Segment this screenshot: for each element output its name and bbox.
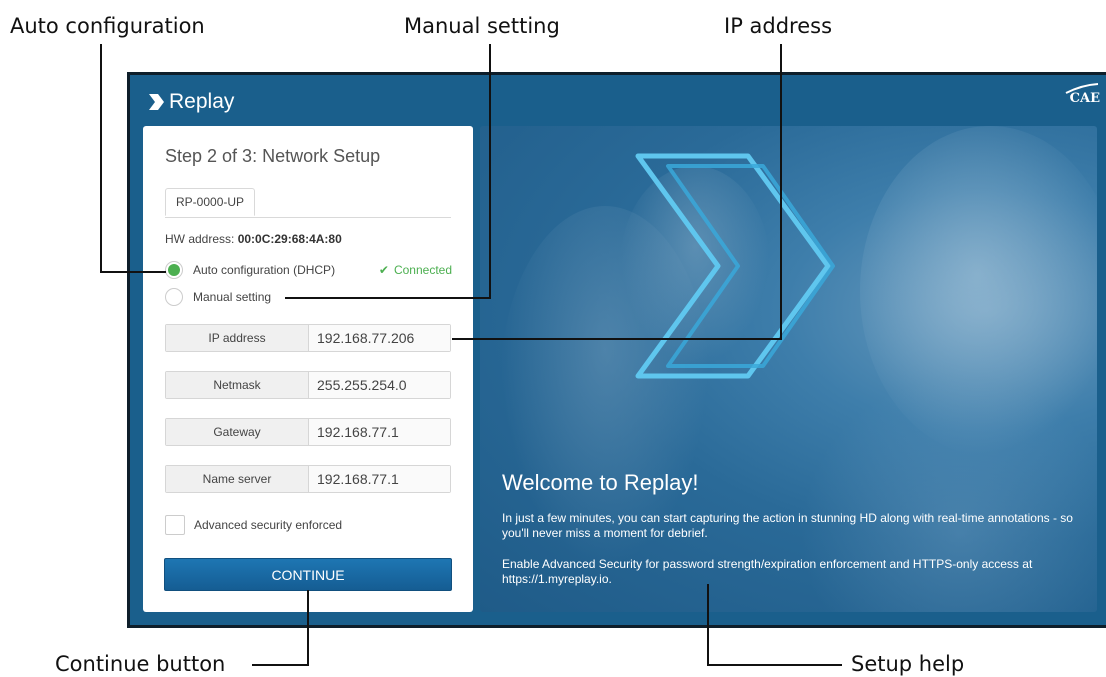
netmask-input[interactable]: 255.255.254.0	[309, 372, 450, 398]
radio-selected-dot	[168, 264, 180, 276]
manual-setting-label: Manual setting	[193, 290, 272, 304]
welcome-paragraph-1: In just a few minutes, you can start cap…	[502, 511, 1073, 540]
welcome-paragraph-2: Enable Advanced Security for password st…	[502, 557, 1033, 586]
hw-address-value: 00:0C:29:68:4A:80	[237, 232, 342, 246]
manual-setting-option[interactable]: Manual setting	[165, 288, 271, 306]
hw-address: HW address: 00:0C:29:68:4A:80	[165, 232, 342, 246]
welcome-heading: Welcome to Replay!	[502, 470, 699, 495]
connection-status-text: Connected	[393, 263, 452, 277]
auto-config-radio[interactable]	[165, 261, 183, 279]
auto-config-option[interactable]: Auto configuration (DHCP)	[165, 261, 335, 279]
replay-logo: Replay	[147, 90, 234, 114]
continue-button[interactable]: CONTINUE	[164, 558, 452, 591]
setup-help-panel: Welcome to Replay! In just a few minutes…	[480, 126, 1097, 612]
cae-logo: CAE	[1065, 83, 1100, 106]
connection-status: ✔ Connected	[379, 263, 452, 277]
brand-name: Replay	[169, 90, 235, 113]
gateway-input[interactable]: 192.168.77.1	[309, 419, 450, 445]
replay-app-window: Replay CAE Step 2 of 3: Network Setup RP…	[127, 72, 1106, 628]
name-server-input[interactable]: 192.168.77.1	[309, 466, 450, 492]
name-server-field: Name server 192.168.77.1	[165, 465, 451, 493]
device-tab-bar: RP-0000-UP	[165, 188, 451, 218]
callout-continue-button: Continue button	[55, 652, 226, 676]
ip-address-field: IP address 192.168.77.206	[165, 324, 451, 352]
callout-setup-help: Setup help	[851, 652, 965, 676]
page-title: Step 2 of 3: Network Setup	[165, 146, 381, 166]
network-setup-panel: Step 2 of 3: Network Setup RP-0000-UP HW…	[143, 126, 473, 612]
netmask-field: Netmask 255.255.254.0	[165, 371, 451, 399]
replay-watermark-chevron-icon	[635, 153, 835, 379]
advanced-security-label: Advanced security enforced	[194, 518, 343, 532]
tab-device[interactable]: RP-0000-UP	[165, 188, 256, 216]
ip-address-input[interactable]: 192.168.77.206	[309, 325, 450, 351]
replay-chevron-icon	[149, 94, 164, 110]
auto-config-label: Auto configuration (DHCP)	[193, 263, 336, 277]
advanced-security-checkbox[interactable]	[165, 515, 185, 535]
callout-auto-configuration: Auto configuration	[10, 14, 205, 38]
name-server-label: Name server	[166, 466, 309, 492]
advanced-security-option[interactable]: Advanced security enforced	[165, 515, 342, 535]
gateway-field: Gateway 192.168.77.1	[165, 418, 451, 446]
netmask-label: Netmask	[166, 372, 309, 398]
ip-address-label: IP address	[166, 325, 309, 351]
gateway-label: Gateway	[166, 419, 309, 445]
callout-ip-address: IP address	[724, 14, 833, 38]
manual-setting-radio[interactable]	[165, 288, 183, 306]
cae-swoosh-icon	[1065, 83, 1098, 94]
callout-manual-setting: Manual setting	[404, 14, 560, 38]
hw-address-label: HW address:	[165, 232, 235, 246]
checkmark-icon: ✔	[378, 263, 389, 277]
